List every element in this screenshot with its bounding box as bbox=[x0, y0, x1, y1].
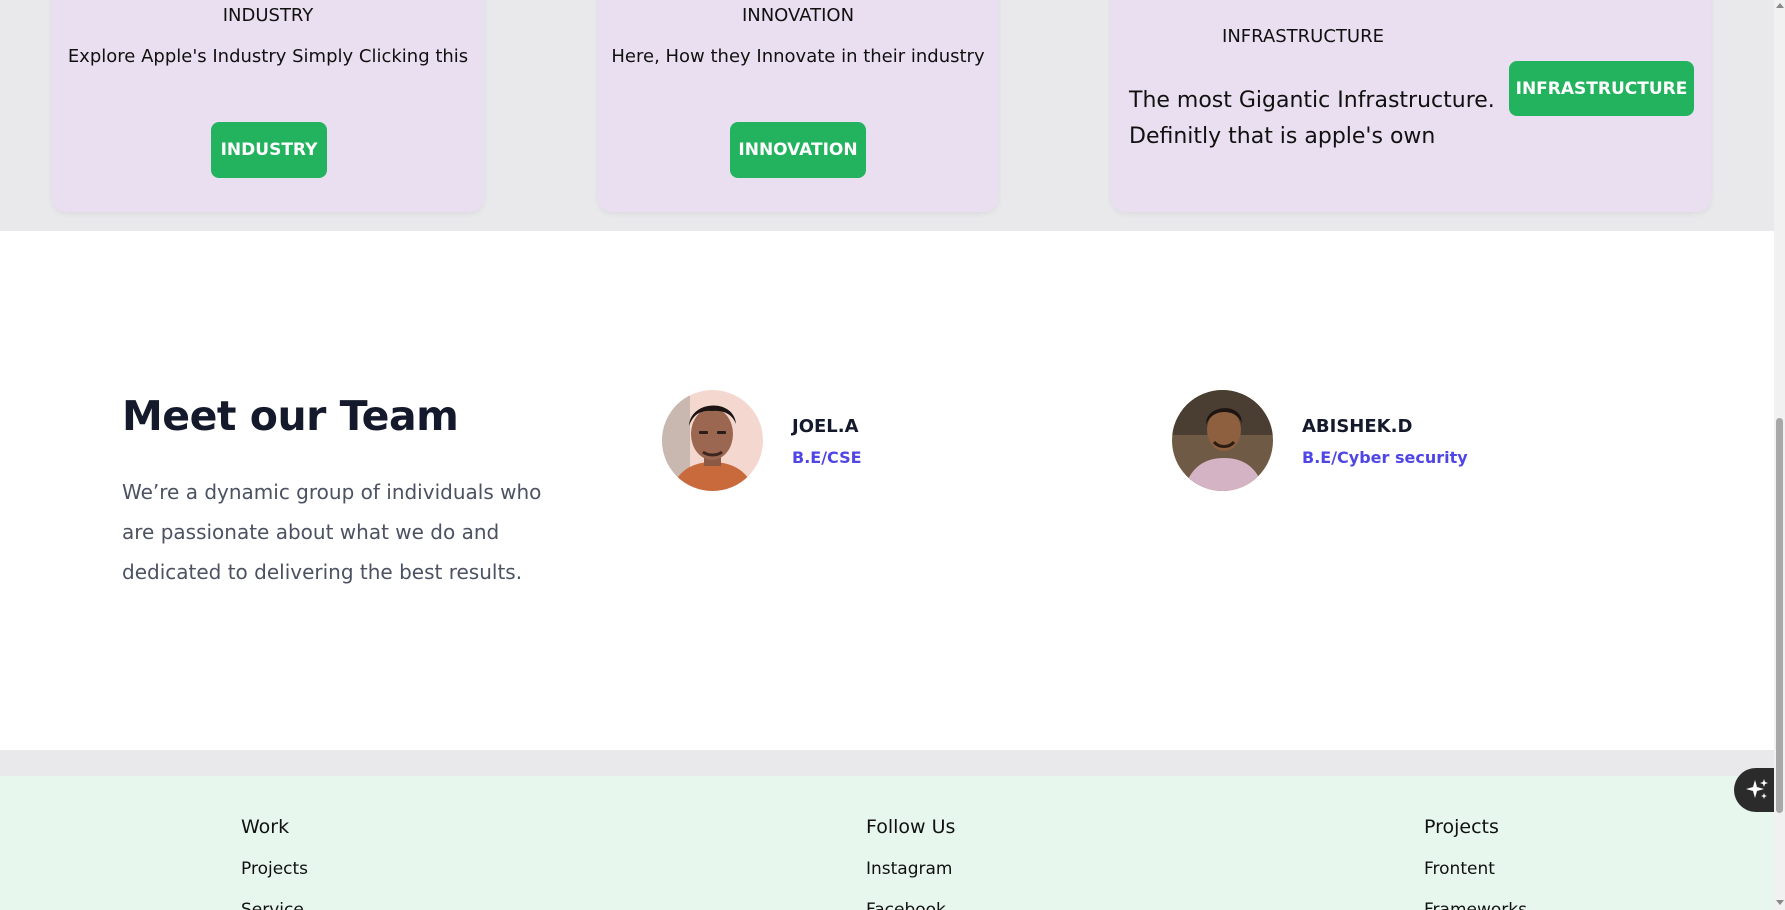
card-description: Explore Apple's Industry Simply Clicking… bbox=[67, 46, 469, 67]
card-title: INDUSTRY bbox=[222, 5, 314, 26]
infrastructure-button[interactable]: INFRASTRUCTURE bbox=[1509, 61, 1694, 116]
member-role: B.E/CSE bbox=[792, 448, 862, 467]
innovation-button[interactable]: INNOVATION bbox=[730, 122, 866, 178]
sparkle-icon bbox=[1746, 779, 1768, 799]
footer-link-frontent[interactable]: Frontent bbox=[1424, 859, 1495, 879]
card-description-line: Definitly that is apple's own bbox=[1129, 124, 1436, 149]
footer-heading: Work bbox=[241, 816, 290, 838]
card-title: INNOVATION bbox=[741, 5, 855, 26]
footer-link-facebook[interactable]: Facebook bbox=[866, 900, 946, 910]
cards-section: INDUSTRY Explore Apple's Industry Simply… bbox=[0, 0, 1774, 231]
card-description: The most Gigantic Infrastructure. Defini… bbox=[1129, 83, 1509, 155]
scroll-up-arrow-icon[interactable] bbox=[1776, 3, 1784, 8]
avatar bbox=[662, 390, 763, 491]
scroll-down-arrow-icon[interactable] bbox=[1776, 900, 1784, 905]
footer-heading: Follow Us bbox=[866, 816, 956, 838]
footer-heading: Projects bbox=[1424, 816, 1499, 838]
innovation-card: INNOVATION Here, How they Innovate in th… bbox=[598, 0, 998, 212]
page-scrollbar[interactable] bbox=[1774, 0, 1785, 910]
member-role: B.E/Cyber security bbox=[1302, 448, 1468, 467]
card-description: Here, How they Innovate in their industr… bbox=[611, 46, 985, 67]
section-divider bbox=[0, 750, 1774, 776]
team-title: Meet our Team bbox=[122, 392, 459, 440]
footer-link-frameworks[interactable]: Frameworks bbox=[1424, 900, 1527, 910]
person-photo-icon bbox=[662, 390, 763, 491]
member-name: JOEL.A bbox=[792, 416, 859, 437]
footer: Work Projects Service Follow Us Instagra… bbox=[0, 776, 1774, 910]
industry-button[interactable]: INDUSTRY bbox=[211, 122, 327, 178]
footer-link-service[interactable]: Service bbox=[241, 900, 304, 910]
member-name: ABISHEK.D bbox=[1302, 416, 1413, 437]
person-photo-icon bbox=[1172, 390, 1273, 491]
card-description-line: The most Gigantic Infrastructure. bbox=[1129, 88, 1495, 113]
team-description: We’re a dynamic group of individuals who… bbox=[122, 480, 542, 584]
card-title: INFRASTRUCTURE bbox=[1222, 26, 1384, 47]
footer-link-instagram[interactable]: Instagram bbox=[866, 859, 953, 879]
scrollbar-thumb[interactable] bbox=[1776, 418, 1783, 813]
page: INDUSTRY Explore Apple's Industry Simply… bbox=[0, 0, 1785, 910]
avatar bbox=[1172, 390, 1273, 491]
infrastructure-card: INFRASTRUCTURE The most Gigantic Infrast… bbox=[1111, 0, 1711, 212]
footer-link-projects[interactable]: Projects bbox=[241, 859, 308, 879]
industry-card: INDUSTRY Explore Apple's Industry Simply… bbox=[52, 0, 484, 212]
